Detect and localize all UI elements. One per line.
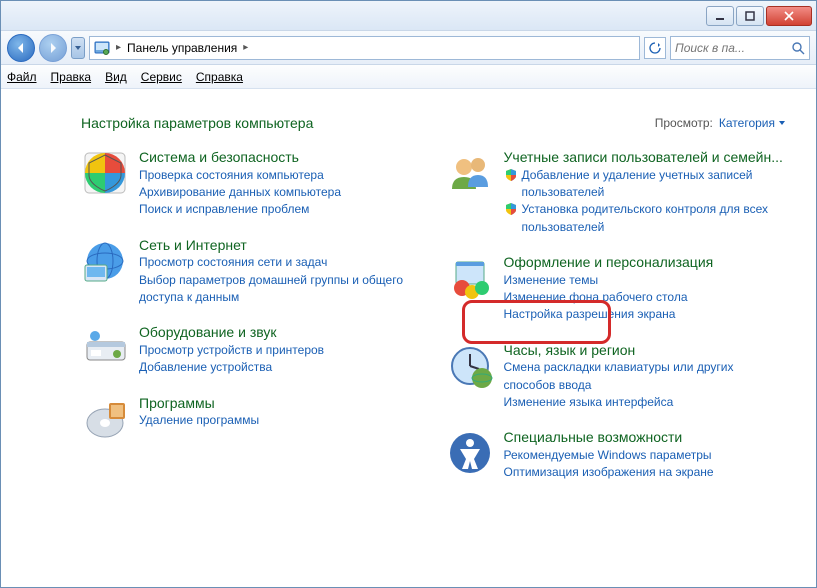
category-ease: Специальные возможностиРекомендуемые Win… [446,429,787,481]
programs-icon [81,395,129,443]
sublink[interactable]: Просмотр устройств и принтеров [139,342,422,359]
sublink[interactable]: Изменение темы [504,272,787,289]
sublink[interactable]: Изменение языка интерфейса [504,394,787,411]
users-icon [446,149,494,197]
category-body: Сеть и ИнтернетПросмотр состояния сети и… [139,237,422,307]
category-link-programs[interactable]: Программы [139,395,422,413]
sublink[interactable]: Оптимизация изображения на экране [504,464,787,481]
navbar: ▸ Панель управления ▸ [1,31,816,65]
category-body: ПрограммыУдаление программы [139,395,422,430]
category-body: Система и безопасностьПроверка состояния… [139,149,422,219]
sublink[interactable]: Выбор параметров домашней группы и общег… [139,272,422,307]
network-icon [81,237,129,285]
chevron-right-icon: ▸ [116,42,121,53]
category-link-system[interactable]: Система и безопасность [139,149,422,167]
category-link-ease[interactable]: Специальные возможности [504,429,787,447]
sublink[interactable]: Проверка состояния компьютера [139,167,422,184]
control-panel-icon [94,40,110,56]
sublink-shield[interactable]: Установка родительского контроля для все… [504,201,787,236]
sublink[interactable]: Настройка разрешения экрана [504,306,787,323]
sublink[interactable]: Добавление устройства [139,359,422,376]
right-column: Учетные записи пользователей и семейн...… [446,149,787,482]
category-system: Система и безопасностьПроверка состояния… [81,149,422,219]
appearance-icon [446,254,494,302]
menubar: Файл Правка Вид Сервис Справка [1,65,816,89]
hardware-icon [81,324,129,372]
sublink[interactable]: Рекомендуемые Windows параметры [504,447,787,464]
category-clock: Часы, язык и регионСмена раскладки клави… [446,342,787,412]
sublink[interactable]: Смена раскладки клавиатуры или других сп… [504,359,787,394]
category-body: Часы, язык и регионСмена раскладки клави… [504,342,787,412]
left-column: Система и безопасностьПроверка состояния… [81,149,422,482]
sublink-shield[interactable]: Добавление и удаление учетных записей по… [504,167,787,202]
sublink[interactable]: Поиск и исправление проблем [139,201,422,218]
forward-button[interactable] [39,34,67,62]
menu-tools[interactable]: Сервис [141,70,182,84]
chevron-down-icon [778,119,786,127]
category-programs: ПрограммыУдаление программы [81,395,422,443]
shield-icon [504,202,518,216]
category-link-hardware[interactable]: Оборудование и звук [139,324,422,342]
breadcrumb-item[interactable]: Панель управления [127,41,237,55]
category-hardware: Оборудование и звукПросмотр устройств и … [81,324,422,376]
header-row: Настройка параметров компьютера Просмотр… [81,115,786,131]
sublink[interactable]: Изменение фона рабочего стола [504,289,787,306]
page-title: Настройка параметров компьютера [81,115,313,131]
menu-view[interactable]: Вид [105,70,127,84]
view-label: Просмотр: [655,116,713,130]
category-appearance: Оформление и персонализацияИзменение тем… [446,254,787,324]
chevron-right-icon: ▸ [243,42,248,53]
sublink[interactable]: Архивирование данных компьютера [139,184,422,201]
sublink[interactable]: Просмотр состояния сети и задач [139,254,422,271]
shield-icon [504,168,518,182]
minimize-button[interactable] [706,6,734,26]
content: Настройка параметров компьютера Просмотр… [1,89,816,587]
back-button[interactable] [7,34,35,62]
maximize-button[interactable] [736,6,764,26]
category-network: Сеть и ИнтернетПросмотр состояния сети и… [81,237,422,307]
menu-help[interactable]: Справка [196,70,243,84]
search-icon [791,41,805,55]
category-body: Оборудование и звукПросмотр устройств и … [139,324,422,376]
clock-icon [446,342,494,390]
search-box[interactable] [670,36,810,60]
category-body: Специальные возможностиРекомендуемые Win… [504,429,787,481]
categories: Система и безопасностьПроверка состояния… [81,149,786,482]
view-dropdown[interactable]: Категория [719,116,786,130]
history-dropdown[interactable] [71,37,85,59]
refresh-button[interactable] [644,37,666,59]
ease-icon [446,429,494,477]
search-input[interactable] [675,41,791,55]
view-by: Просмотр: Категория [655,116,786,130]
category-users: Учетные записи пользователей и семейн...… [446,149,787,236]
window: ▸ Панель управления ▸ Файл Правка Вид Се… [0,0,817,588]
category-link-appearance[interactable]: Оформление и персонализация [504,254,787,272]
category-link-network[interactable]: Сеть и Интернет [139,237,422,255]
menu-file[interactable]: Файл [7,70,37,84]
category-body: Учетные записи пользователей и семейн...… [504,149,787,236]
category-link-clock[interactable]: Часы, язык и регион [504,342,787,360]
system-icon [81,149,129,197]
titlebar [1,1,816,31]
close-button[interactable] [766,6,812,26]
category-link-users[interactable]: Учетные записи пользователей и семейн... [504,149,787,167]
menu-edit[interactable]: Правка [51,70,92,84]
sublink[interactable]: Удаление программы [139,412,422,429]
category-body: Оформление и персонализацияИзменение тем… [504,254,787,324]
address-bar[interactable]: ▸ Панель управления ▸ [89,36,640,60]
